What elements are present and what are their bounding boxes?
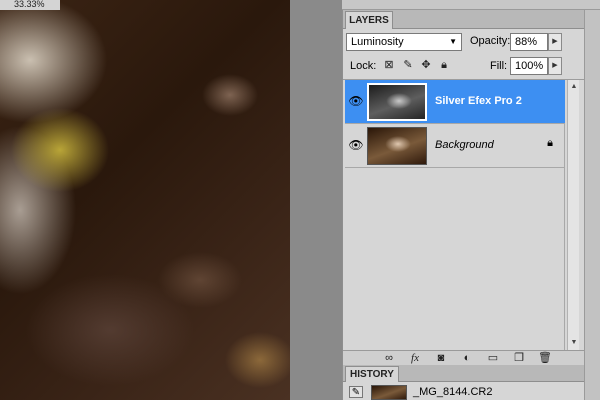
layers-panel: LAYERS ▾≡ Luminosity ▼ Opacity: 88% ▶ Lo… xyxy=(342,10,600,365)
blend-mode-value: Luminosity xyxy=(351,36,404,48)
history-item[interactable]: ✎ _MG_8144.CR2 xyxy=(345,384,585,400)
layer-list: 👁︎ Silver Efex Pro 2 👁︎ Background 🔒︎ xyxy=(345,80,565,350)
history-item-label: _MG_8144.CR2 xyxy=(413,386,493,398)
layer-thumbnail xyxy=(367,83,427,121)
fill-label: Fill: xyxy=(490,60,508,72)
brush-source-icon[interactable]: ✎ xyxy=(349,386,363,398)
document-canvas[interactable]: 33.33% xyxy=(0,0,290,400)
fx-icon[interactable]: fx xyxy=(407,351,423,366)
fill-input[interactable]: 100% xyxy=(510,57,548,75)
layers-toolbar: ∞ fx ◙ ◐ ▭ ❐ 🗑︎ xyxy=(343,350,600,365)
brush-icon[interactable]: ✎ xyxy=(401,58,415,72)
blend-mode-select[interactable]: Luminosity ▼ xyxy=(346,33,462,51)
new-layer-icon[interactable]: ❐ xyxy=(511,351,527,366)
layers-tabbar: LAYERS ▾≡ xyxy=(343,10,600,29)
tab-layers[interactable]: LAYERS xyxy=(345,11,393,29)
layer-row-silver-efex[interactable]: 👁︎ Silver Efex Pro 2 xyxy=(345,80,565,124)
panel-scroll-edge xyxy=(584,10,600,400)
history-tabbar: HISTORY ▾≡ xyxy=(343,365,600,382)
scroll-up-icon[interactable]: ▲ xyxy=(569,82,579,92)
chevron-down-icon: ▼ xyxy=(449,37,457,46)
move-icon[interactable]: ✥ xyxy=(419,58,433,72)
eye-icon[interactable]: 👁︎ xyxy=(348,137,364,153)
zoom-level: 33.33% xyxy=(0,0,60,10)
folder-icon[interactable]: ▭ xyxy=(485,351,501,366)
adjustment-icon[interactable]: ◐ xyxy=(459,351,475,366)
opacity-slider-button[interactable]: ▶ xyxy=(548,33,562,51)
layer-thumbnail xyxy=(367,127,427,165)
fill-slider-button[interactable]: ▶ xyxy=(548,57,562,75)
link-icon[interactable]: ∞ xyxy=(381,351,397,366)
trash-icon[interactable]: 🗑︎ xyxy=(537,351,553,366)
history-panel: HISTORY ▾≡ ✎ _MG_8144.CR2 xyxy=(342,365,600,400)
scroll-down-icon[interactable]: ▼ xyxy=(569,338,579,348)
opacity-label: Opacity: xyxy=(470,35,511,47)
lock-transparent-icon[interactable]: ⊠ xyxy=(382,58,396,72)
mask-icon[interactable]: ◙ xyxy=(433,351,449,366)
tab-history[interactable]: HISTORY xyxy=(345,366,399,382)
layer-row-background[interactable]: 👁︎ Background 🔒︎ xyxy=(345,124,565,168)
history-thumbnail xyxy=(371,385,407,400)
eye-icon[interactable]: 👁︎ xyxy=(348,93,364,109)
layer-lock-icon: 🔒︎ xyxy=(547,137,553,149)
panel-dock-top xyxy=(342,0,600,10)
workspace-background xyxy=(290,0,342,400)
layers-scrollbar[interactable]: ▲ ▼ xyxy=(567,80,579,350)
lock-icon[interactable]: 🔒︎ xyxy=(437,58,451,72)
lock-label: Lock: xyxy=(350,60,377,72)
layer-name: Background xyxy=(435,139,494,151)
layer-name: Silver Efex Pro 2 xyxy=(435,95,522,107)
opacity-input[interactable]: 88% xyxy=(510,33,548,51)
